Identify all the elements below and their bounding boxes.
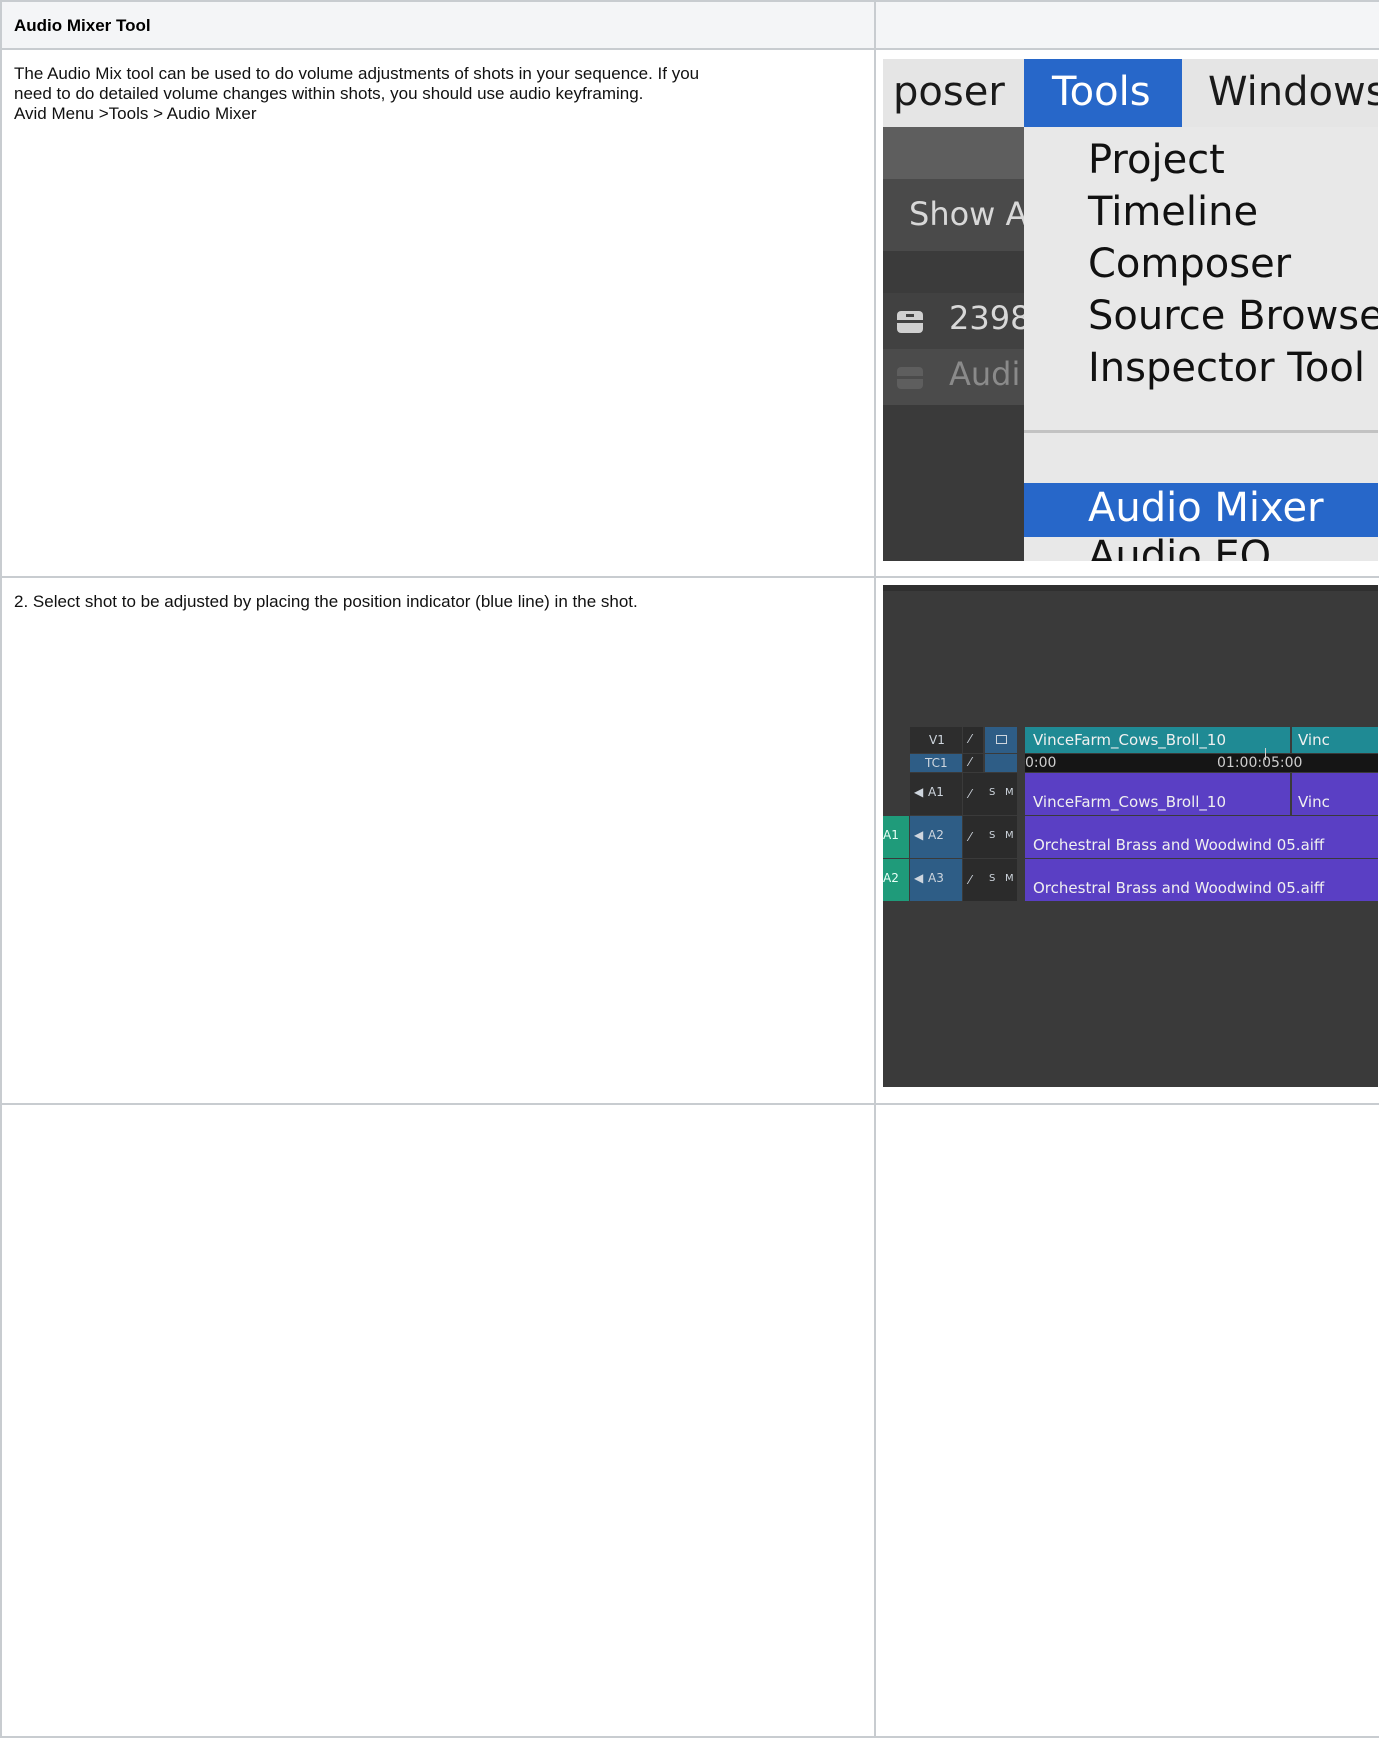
solo-button[interactable]: S [989, 830, 995, 841]
audio-clip-a1-next[interactable]: Vinc [1292, 773, 1378, 815]
mute-button[interactable]: M [1005, 830, 1014, 841]
tools-menu-screenshot: poser Tools Windows Show Al 2398 Audi Pr… [883, 59, 1378, 561]
step1-line3: Avid Menu >Tools > Audio Mixer [14, 104, 257, 123]
bin-icon [897, 311, 923, 333]
speaker-icon: ◀ [914, 828, 924, 842]
menu-windows[interactable]: Windows [1208, 69, 1378, 115]
audio-clip-a2[interactable]: Orchestral Brass and Woodwind 05.aiff [1025, 816, 1378, 858]
solo-button[interactable]: S [989, 787, 995, 798]
menu-composer[interactable]: poser [893, 69, 1005, 115]
step2-text: 2. Select shot to be adjusted by placing… [14, 592, 638, 611]
menu-bar: poser Tools Windows [883, 59, 1378, 127]
bin-name: Audi [949, 355, 1021, 393]
a3-track-controls: ⁄ S M [963, 859, 1017, 901]
menu-item-composer[interactable]: Composer [1088, 241, 1291, 287]
tools-dropdown: Project Timeline Composer Source Browse … [1024, 127, 1378, 561]
timeline-screenshot: V1 ⁄ TC1 ⁄ ◀ A1 ⁄ S M A1 ◀ A2 ⁄ S M A2 ◀… [883, 585, 1378, 1087]
sync-lock-icon[interactable]: ⁄ [963, 754, 983, 772]
tc1-track-button[interactable]: TC1 [910, 754, 962, 772]
a2-track-controls: ⁄ S M [963, 816, 1017, 858]
header-cell: Audio Mixer Tool [0, 0, 876, 50]
timecode-track: 0:00 01:00:05:00 [1025, 754, 1378, 772]
menu-item-audio-mixer[interactable]: Audio Mixer [1024, 483, 1378, 537]
bin-row[interactable]: 2398 [883, 293, 1030, 349]
video-clip[interactable]: VinceFarm_Cows_Broll_10 [1025, 727, 1290, 753]
audio-clip-a1[interactable]: VinceFarm_Cows_Broll_10 [1025, 773, 1290, 815]
step2-text-cell: 2. Select shot to be adjusted by placing… [0, 576, 876, 1105]
project-panel: Show Al 2398 Audi [883, 127, 1036, 561]
a1-track-button[interactable]: ◀ A1 [910, 773, 962, 815]
table-title: Audio Mixer Tool [14, 16, 151, 35]
source-a1-button[interactable]: A1 [883, 816, 909, 858]
show-all-button[interactable]: Show Al [909, 195, 1036, 233]
menu-item-inspector-tool[interactable]: Inspector Tool [1088, 345, 1365, 391]
bin-row[interactable]: Audi [883, 349, 1024, 405]
step3-text-cell [0, 1103, 876, 1738]
v1-track-button[interactable]: V1 [910, 727, 962, 753]
step1-line2: need to do detailed volume changes withi… [14, 84, 644, 103]
header-cell-empty [874, 0, 1379, 50]
sync-lock-icon[interactable]: ⁄ [963, 727, 983, 753]
video-clip-next[interactable]: Vinc [1292, 727, 1378, 753]
menu-item-source-browser[interactable]: Source Browse [1088, 293, 1378, 339]
bin-icon [897, 367, 923, 389]
a1-track-controls: ⁄ S M [963, 773, 1017, 815]
menu-tools-label: Tools [1052, 69, 1151, 115]
mute-button[interactable]: M [1005, 873, 1014, 884]
position-indicator[interactable] [1265, 748, 1266, 760]
menu-tools[interactable]: Tools [1024, 59, 1182, 127]
a3-track-button[interactable]: ◀ A3 [910, 859, 962, 901]
menu-separator [1024, 430, 1378, 433]
speaker-icon: ◀ [914, 871, 924, 885]
audio-clip-a3[interactable]: Orchestral Brass and Woodwind 05.aiff [1025, 859, 1378, 901]
menu-item-timeline[interactable]: Timeline [1088, 189, 1258, 235]
menu-item-audio-eq[interactable]: Audio EQ [1088, 533, 1271, 561]
menu-item-project[interactable]: Project [1088, 137, 1225, 183]
a2-track-button[interactable]: ◀ A2 [910, 816, 962, 858]
step1-line1: The Audio Mix tool can be used to do vol… [14, 64, 700, 83]
speaker-icon: ◀ [914, 785, 924, 799]
bin-name: 2398 [949, 299, 1031, 337]
menu-item-audio-mixer-label: Audio Mixer [1088, 485, 1324, 531]
step3-image-cell [874, 1103, 1379, 1738]
step1-text-cell: The Audio Mix tool can be used to do vol… [0, 48, 876, 578]
monitor-icon[interactable] [985, 727, 1017, 753]
mute-button[interactable]: M [1005, 787, 1014, 798]
source-a2-button[interactable]: A2 [883, 859, 909, 901]
solo-button[interactable]: S [989, 873, 995, 884]
